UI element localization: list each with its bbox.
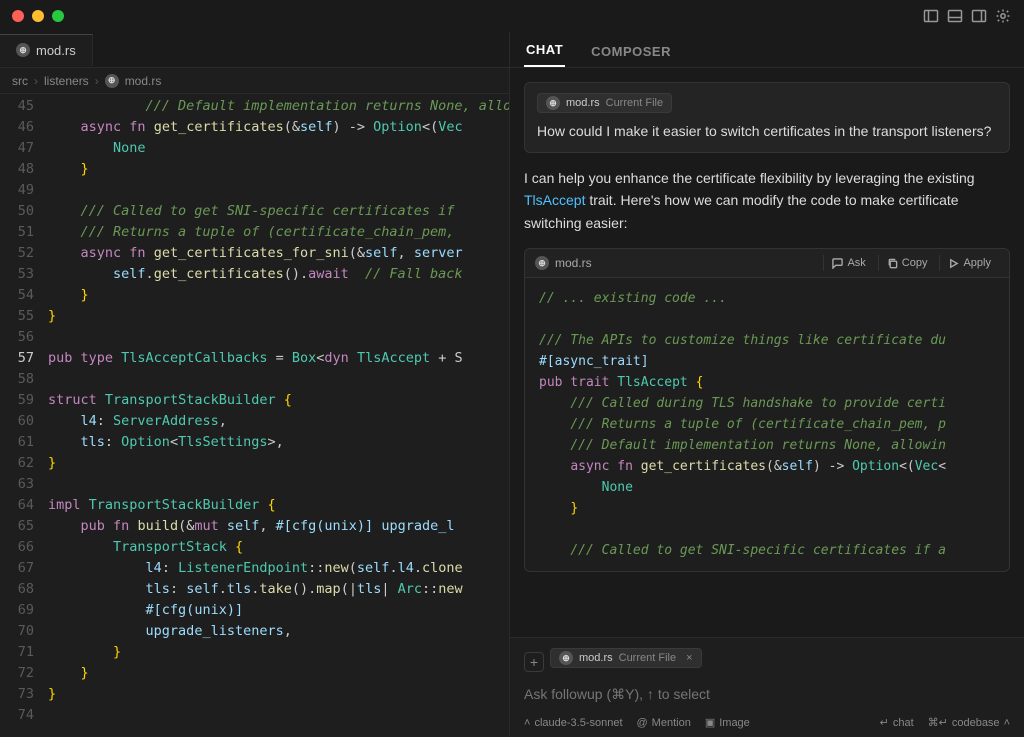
submit-codebase-button[interactable]: ⌘↵ codebase ˄ xyxy=(928,716,1010,729)
breadcrumb-src[interactable]: src xyxy=(12,74,28,88)
assistant-code-block: ⊕ mod.rs Ask Copy xyxy=(524,248,1010,572)
maximize-window-button[interactable] xyxy=(52,10,64,22)
editor-tab-mod-rs[interactable]: ⊕ mod.rs xyxy=(0,34,93,66)
close-window-button[interactable] xyxy=(12,10,24,22)
chip-hint: Current File xyxy=(606,97,663,109)
titlebar xyxy=(0,0,1024,32)
apply-button[interactable]: Apply xyxy=(939,255,999,271)
remove-chip-icon[interactable]: × xyxy=(686,652,692,664)
breadcrumb-mod-rs[interactable]: mod.rs xyxy=(125,74,162,88)
chat-pane: CHAT COMPOSER ⊕ mod.rs Current File How … xyxy=(510,32,1024,737)
chat-tabs: CHAT COMPOSER xyxy=(510,32,1024,68)
titlebar-actions xyxy=(922,7,1012,25)
breadcrumb-sep: › xyxy=(34,74,38,88)
user-message-text: How could I make it easier to switch cer… xyxy=(537,121,997,142)
chat-input-footer: ˄ claude-3.5-sonnet @ Mention ▣ Image ↵ … xyxy=(524,710,1010,729)
rust-file-icon: ⊕ xyxy=(16,43,30,57)
rust-file-icon: ⊕ xyxy=(559,651,573,665)
settings-gear-icon[interactable] xyxy=(994,7,1012,25)
traffic-lights xyxy=(12,10,64,22)
image-button[interactable]: ▣ Image xyxy=(705,716,750,729)
chip-filename: mod.rs xyxy=(579,652,613,664)
editor-tabs: ⊕ mod.rs xyxy=(0,32,509,68)
rust-file-icon: ⊕ xyxy=(105,74,119,88)
rust-file-icon: ⊕ xyxy=(546,96,560,110)
add-context-button[interactable]: + xyxy=(524,652,544,672)
model-selector[interactable]: ˄ claude-3.5-sonnet xyxy=(524,717,623,729)
input-file-chip[interactable]: ⊕ mod.rs Current File × xyxy=(550,648,702,668)
code-block-header: ⊕ mod.rs Ask Copy xyxy=(525,249,1009,278)
code-editor[interactable]: 4546474849505152535455565758596061626364… xyxy=(0,94,509,737)
panel-bottom-icon[interactable] xyxy=(946,7,964,25)
code-block-content[interactable]: // ... existing code ... /// The APIs to… xyxy=(525,278,1009,571)
editor-tab-label: mod.rs xyxy=(36,43,76,58)
code-block-filename: mod.rs xyxy=(555,256,592,270)
panel-right-icon[interactable] xyxy=(970,7,988,25)
mention-button[interactable]: @ Mention xyxy=(637,717,691,729)
user-file-chip[interactable]: ⊕ mod.rs Current File xyxy=(537,93,672,113)
chat-input[interactable] xyxy=(524,684,1010,710)
minimize-window-button[interactable] xyxy=(32,10,44,22)
assistant-message-text: I can help you enhance the certificate f… xyxy=(524,167,1010,234)
submit-chat-button[interactable]: ↵ chat xyxy=(880,716,914,729)
rust-file-icon: ⊕ xyxy=(535,256,549,270)
tab-chat[interactable]: CHAT xyxy=(524,34,565,67)
ask-button[interactable]: Ask xyxy=(823,255,873,271)
breadcrumb-sep: › xyxy=(95,74,99,88)
panel-left-icon[interactable] xyxy=(922,7,940,25)
user-message: ⊕ mod.rs Current File How could I make i… xyxy=(524,82,1010,153)
chip-hint: Current File xyxy=(619,652,676,664)
tab-composer[interactable]: COMPOSER xyxy=(589,36,673,67)
chip-filename: mod.rs xyxy=(566,97,600,109)
chat-input-area: + ⊕ mod.rs Current File × ˄ claude-3.5-s… xyxy=(510,637,1024,737)
editor-pane: ⊕ mod.rs src › listeners › ⊕ mod.rs 4546… xyxy=(0,32,510,737)
breadcrumbs[interactable]: src › listeners › ⊕ mod.rs xyxy=(0,68,509,94)
code-content[interactable]: /// Default implementation returns None,… xyxy=(48,94,509,737)
line-number-gutter: 4546474849505152535455565758596061626364… xyxy=(0,94,48,737)
breadcrumb-listeners[interactable]: listeners xyxy=(44,74,89,88)
chat-body: ⊕ mod.rs Current File How could I make i… xyxy=(510,68,1024,637)
copy-button[interactable]: Copy xyxy=(878,255,936,271)
